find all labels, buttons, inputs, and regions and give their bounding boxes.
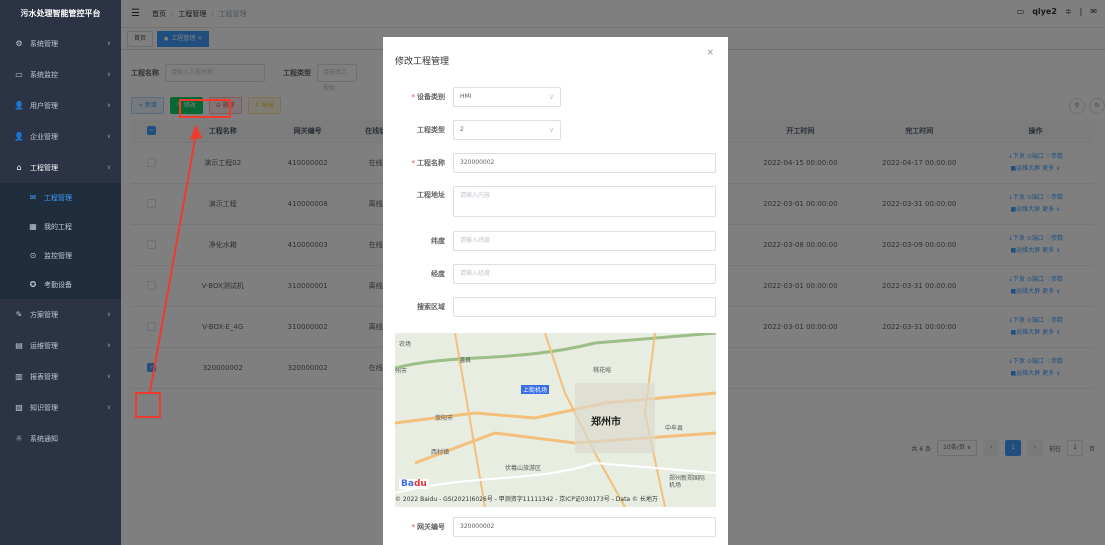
- sidebar-item[interactable]: ⚙ 系统管理 ∨: [0, 28, 121, 59]
- monitor-icon: ▭: [15, 70, 23, 79]
- sidebar-item[interactable]: ▤ 运维管理 ∨: [0, 330, 121, 361]
- chevron-down-icon: ∨: [106, 311, 111, 318]
- sidebar-item[interactable]: ⌂ 工程管理 ∨: [0, 152, 121, 183]
- sidebar-item[interactable]: ✎ 方案管理 ∨: [0, 299, 121, 330]
- project-name-label: * 工程名称: [411, 159, 445, 167]
- chevron-down-icon: ∨: [106, 40, 111, 47]
- map-label: 州市: [395, 368, 408, 375]
- sidebar-item-label: 系统通知: [30, 434, 58, 443]
- address-label: 工程地址: [417, 191, 445, 199]
- longitude-input[interactable]: 请输入经度: [453, 264, 716, 284]
- project-type-value: 2: [460, 126, 464, 133]
- baidu-logo: Badu: [399, 479, 429, 489]
- chevron-down-icon: ∨: [548, 93, 554, 101]
- search-area-label: 搜索区域: [417, 303, 445, 311]
- map-label: 温县: [459, 357, 472, 364]
- device-type-value: HMI: [460, 93, 472, 100]
- latitude-label: 纬度: [431, 237, 445, 245]
- gear-icon: ⚙: [15, 39, 23, 48]
- chevron-down-icon: ∨: [106, 342, 111, 349]
- sidebar-item[interactable]: ⊙ 监控管理: [0, 241, 121, 270]
- sidebar-item[interactable]: 👤 用户管理 ∨: [0, 90, 121, 121]
- longitude-label: 经度: [431, 270, 445, 278]
- sidebar-item-label: 企业管理: [30, 132, 58, 141]
- watch-icon: ⊙: [29, 251, 37, 260]
- gateway-input[interactable]: 320000002: [453, 517, 716, 537]
- sidebar-item-label: 系统管理: [30, 39, 58, 48]
- sidebar: 污水处理智能管控平台 ⚙ 系统管理 ∨ ▭ 系统监控 ∨ 👤 用户管理 ∨ 👤 企业管理 ∨ ⌂ 工程管理…: [0, 0, 121, 545]
- sidebar-item[interactable]: ▥ 报表管理 ∨: [0, 361, 121, 392]
- my-project-icon: ▦: [29, 222, 37, 231]
- chevron-down-icon: ∨: [106, 133, 111, 140]
- sidebar-item[interactable]: ▧ 知识管理 ∨: [0, 392, 121, 423]
- latitude-input[interactable]: 请输入纬度: [453, 231, 716, 251]
- sidebar-item-label: 系统监控: [30, 70, 58, 79]
- chevron-down-icon: ∨: [106, 102, 111, 109]
- sidebar-item-label: 方案管理: [30, 310, 58, 319]
- project-type-select[interactable]: 2 ∨: [453, 120, 561, 140]
- sidebar-item[interactable]: ▭ 系统监控 ∨: [0, 59, 121, 90]
- map-view[interactable]: 农场 温县 桃花峪 上街机场 荥阳市 郑州市 中牟县 西村镇 伏羲山旅游区 郑州…: [395, 333, 716, 507]
- map-label: 农场: [399, 341, 412, 348]
- map-label: 中牟县: [665, 425, 684, 432]
- project-icon: ✉: [29, 193, 37, 202]
- report-icon: ▥: [15, 372, 23, 381]
- sidebar-item-label: 工程管理: [44, 193, 72, 202]
- chevron-down-icon: ∨: [548, 126, 554, 134]
- edit-project-dialog: 修改工程管理 × * 设备类别 HMI ∨ 工程类型 2 ∨ * 工程名称 320000…: [383, 37, 728, 545]
- chevron-down-icon: ∨: [106, 164, 111, 171]
- sidebar-item-label: 我的工程: [44, 222, 72, 231]
- sidebar-item-label: 监控管理: [44, 251, 72, 260]
- user-icon: 👤: [14, 101, 24, 110]
- sidebar-item[interactable]: ✉ 工程管理: [0, 183, 121, 212]
- project-type-label: 工程类型: [417, 126, 445, 134]
- close-icon[interactable]: ×: [706, 48, 714, 58]
- map-label: 郑州新郑国际机场: [669, 475, 706, 489]
- company-icon: 👤: [14, 132, 24, 141]
- map-label: 荥阳市: [435, 415, 454, 422]
- device-type-select[interactable]: HMI ∨: [453, 87, 561, 107]
- sidebar-item[interactable]: 👤 企业管理 ∨: [0, 121, 121, 152]
- map-copyright: © 2022 Baidu - GS(2021)6026号 - 甲测资字11111…: [395, 496, 658, 503]
- chevron-down-icon: ∨: [106, 71, 111, 78]
- sidebar-item[interactable]: ☼ 系统通知: [0, 423, 121, 454]
- plan-icon: ✎: [15, 310, 23, 319]
- sidebar-item-label: 考勤设备: [44, 280, 72, 289]
- engineering-icon: ⌂: [16, 163, 22, 172]
- device-type-label: * 设备类别: [411, 93, 445, 101]
- map-label: 上街机场: [521, 385, 550, 394]
- map-label: 西村镇: [431, 449, 450, 456]
- dialog-title: 修改工程管理: [395, 57, 450, 67]
- sidebar-item-label: 运维管理: [30, 341, 58, 350]
- device-icon: ✪: [29, 280, 37, 289]
- sidebar-item-label: 报表管理: [30, 372, 58, 381]
- address-textarea[interactable]: 请输入内容: [453, 186, 716, 217]
- chevron-down-icon: ∨: [106, 404, 111, 411]
- sidebar-item-label: 用户管理: [30, 101, 58, 110]
- sidebar-item-label: 知识管理: [30, 403, 58, 412]
- map-label: 郑州市: [591, 417, 621, 428]
- sidebar-item[interactable]: ▦ 我的工程: [0, 212, 121, 241]
- gateway-label: * 网关编号: [411, 523, 445, 531]
- map-label: 伏羲山旅游区: [505, 465, 542, 472]
- ops-icon: ▤: [15, 341, 23, 350]
- sidebar-item[interactable]: ✪ 考勤设备: [0, 270, 121, 299]
- notice-icon: ☼: [15, 434, 23, 443]
- map-label: 桃花峪: [593, 367, 612, 374]
- search-area-input[interactable]: [453, 297, 716, 317]
- chevron-down-icon: ∨: [106, 373, 111, 380]
- project-name-input[interactable]: 320000002: [453, 153, 716, 173]
- knowledge-icon: ▧: [15, 403, 23, 412]
- app-title: 污水处理智能管控平台: [0, 0, 121, 28]
- highlight-box: [179, 99, 231, 118]
- highlight-box: [135, 392, 161, 418]
- sidebar-item-label: 工程管理: [30, 163, 58, 172]
